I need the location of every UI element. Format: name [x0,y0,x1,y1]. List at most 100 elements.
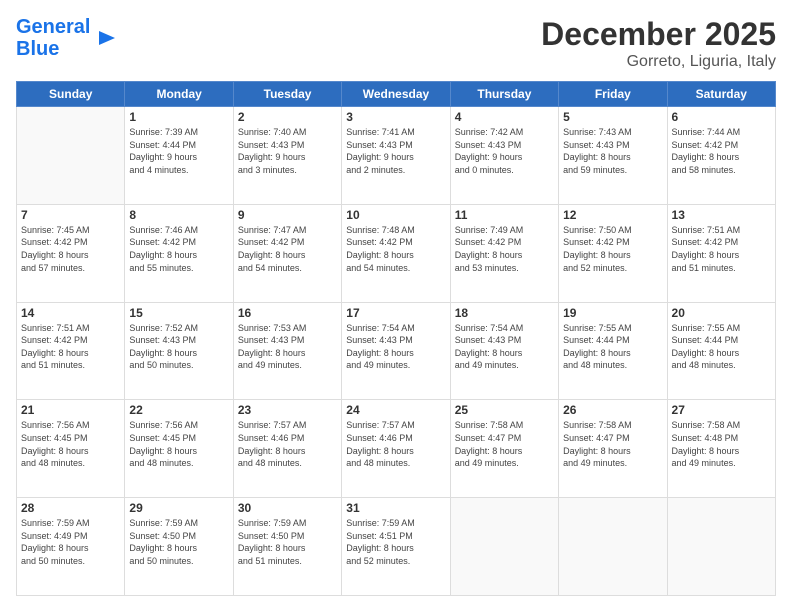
day-number: 9 [238,208,337,222]
day-number: 31 [346,501,445,515]
day-number: 30 [238,501,337,515]
calendar-cell: 16 Sunrise: 7:53 AMSunset: 4:43 PMDayligh… [233,302,341,400]
calendar-cell [559,498,667,596]
day-info: Sunrise: 7:44 AMSunset: 4:42 PMDaylight:… [672,126,771,176]
day-info: Sunrise: 7:41 AMSunset: 4:43 PMDaylight:… [346,126,445,176]
logo-text: GeneralBlue [16,16,90,60]
calendar-cell: 19Sunrise: 7:55 AMSunset: 4:44 PMDayligh… [559,302,667,400]
calendar-cell: 5 Sunrise: 7:43 AMSunset: 4:43 PMDaylight… [559,107,667,205]
day-info: Sunrise: 7:59 AMSunset: 4:50 PMDaylight:… [238,517,337,567]
calendar-cell: 21Sunrise: 7:56 AMSunset: 4:45 PMDayligh… [17,400,125,498]
day-info: Sunrise: 7:48 AMSunset: 4:42 PMDaylight:… [346,224,445,274]
page: GeneralBlue December 2025 Gorreto, Ligur… [0,0,792,612]
day-info: Sunrise: 7:55 AMSunset: 4:44 PMDaylight:… [672,322,771,372]
calendar-cell: 6 Sunrise: 7:44 AMSunset: 4:42 PMDaylight… [667,107,775,205]
calendar-cell: 20 Sunrise: 7:55 AMSunset: 4:44 PMDayligh… [667,302,775,400]
day-info: Sunrise: 7:58 AMSunset: 4:47 PMDaylight:… [563,419,662,469]
day-info: Sunrise: 7:59 AMSunset: 4:51 PMDaylight:… [346,517,445,567]
day-number: 23 [238,403,337,417]
calendar-cell: 10 Sunrise: 7:48 AMSunset: 4:42 PMDayligh… [342,204,450,302]
calendar-cell [450,498,558,596]
day-info: Sunrise: 7:52 AMSunset: 4:43 PMDaylight:… [129,322,228,372]
calendar-cell: 28 Sunrise: 7:59 AMSunset: 4:49 PMDayligh… [17,498,125,596]
day-info: Sunrise: 7:56 AMSunset: 4:45 PMDaylight:… [129,419,228,469]
day-info: Sunrise: 7:47 AMSunset: 4:42 PMDaylight:… [238,224,337,274]
calendar-week-1: 1 Sunrise: 7:39 AMSunset: 4:44 PMDaylight… [17,107,776,205]
month-title: December 2025 [541,16,776,53]
day-number: 2 [238,110,337,124]
day-number: 14 [21,306,120,320]
day-number: 13 [672,208,771,222]
day-info: Sunrise: 7:53 AMSunset: 4:43 PMDaylight:… [238,322,337,372]
calendar-cell: 7Sunrise: 7:45 AMSunset: 4:42 PMDaylight… [17,204,125,302]
calendar-cell: 26 Sunrise: 7:58 AMSunset: 4:47 PMDayligh… [559,400,667,498]
day-info: Sunrise: 7:57 AMSunset: 4:46 PMDaylight:… [238,419,337,469]
day-info: Sunrise: 7:58 AMSunset: 4:47 PMDaylight:… [455,419,554,469]
day-number: 19 [563,306,662,320]
day-info: Sunrise: 7:42 AMSunset: 4:43 PMDaylight:… [455,126,554,176]
day-number: 6 [672,110,771,124]
calendar-cell: 18 Sunrise: 7:54 AMSunset: 4:43 PMDayligh… [450,302,558,400]
day-info: Sunrise: 7:43 AMSunset: 4:43 PMDaylight:… [563,126,662,176]
day-number: 27 [672,403,771,417]
day-number: 1 [129,110,228,124]
calendar-cell: 9 Sunrise: 7:47 AMSunset: 4:42 PMDaylight… [233,204,341,302]
day-info: Sunrise: 7:54 AMSunset: 4:43 PMDaylight:… [346,322,445,372]
day-info: Sunrise: 7:51 AMSunset: 4:42 PMDaylight:… [672,224,771,274]
day-info: Sunrise: 7:54 AMSunset: 4:43 PMDaylight:… [455,322,554,372]
day-number: 11 [455,208,554,222]
calendar-week-4: 21Sunrise: 7:56 AMSunset: 4:45 PMDayligh… [17,400,776,498]
day-number: 18 [455,306,554,320]
day-info: Sunrise: 7:58 AMSunset: 4:48 PMDaylight:… [672,419,771,469]
calendar-cell: 17 Sunrise: 7:54 AMSunset: 4:43 PMDayligh… [342,302,450,400]
calendar-cell: 3Sunrise: 7:41 AMSunset: 4:43 PMDaylight… [342,107,450,205]
calendar-table: Sunday Monday Tuesday Wednesday Thursday… [16,81,776,596]
calendar-cell: 30 Sunrise: 7:59 AMSunset: 4:50 PMDayligh… [233,498,341,596]
day-number: 8 [129,208,228,222]
day-number: 4 [455,110,554,124]
calendar-cell: 12 Sunrise: 7:50 AMSunset: 4:42 PMDayligh… [559,204,667,302]
calendar-cell: 24 Sunrise: 7:57 AMSunset: 4:46 PMDayligh… [342,400,450,498]
day-info: Sunrise: 7:59 AMSunset: 4:50 PMDaylight:… [129,517,228,567]
calendar-cell: 4 Sunrise: 7:42 AMSunset: 4:43 PMDaylight… [450,107,558,205]
calendar-cell: 13 Sunrise: 7:51 AMSunset: 4:42 PMDayligh… [667,204,775,302]
calendar-cell: 8Sunrise: 7:46 AMSunset: 4:42 PMDaylight… [125,204,233,302]
day-number: 28 [21,501,120,515]
day-info: Sunrise: 7:50 AMSunset: 4:42 PMDaylight:… [563,224,662,274]
day-number: 22 [129,403,228,417]
calendar-cell: 25 Sunrise: 7:58 AMSunset: 4:47 PMDayligh… [450,400,558,498]
header: GeneralBlue December 2025 Gorreto, Ligur… [16,16,776,71]
day-number: 10 [346,208,445,222]
day-number: 5 [563,110,662,124]
day-number: 17 [346,306,445,320]
day-number: 29 [129,501,228,515]
calendar-cell [667,498,775,596]
day-info: Sunrise: 7:39 AMSunset: 4:44 PMDaylight:… [129,126,228,176]
day-number: 16 [238,306,337,320]
location-subtitle: Gorreto, Liguria, Italy [541,53,776,71]
day-info: Sunrise: 7:57 AMSunset: 4:46 PMDaylight:… [346,419,445,469]
day-info: Sunrise: 7:49 AMSunset: 4:42 PMDaylight:… [455,224,554,274]
day-number: 25 [455,403,554,417]
header-saturday: Saturday [667,82,775,107]
calendar-week-2: 7Sunrise: 7:45 AMSunset: 4:42 PMDaylight… [17,204,776,302]
calendar-cell: 11 Sunrise: 7:49 AMSunset: 4:42 PMDayligh… [450,204,558,302]
calendar-cell: 31 Sunrise: 7:59 AMSunset: 4:51 PMDayligh… [342,498,450,596]
day-number: 15 [129,306,228,320]
header-monday: Monday [125,82,233,107]
day-number: 12 [563,208,662,222]
day-number: 26 [563,403,662,417]
calendar-cell: 1 Sunrise: 7:39 AMSunset: 4:44 PMDaylight… [125,107,233,205]
day-info: Sunrise: 7:45 AMSunset: 4:42 PMDaylight:… [21,224,120,274]
calendar-cell: 15 Sunrise: 7:52 AMSunset: 4:43 PMDayligh… [125,302,233,400]
calendar-cell: 23 Sunrise: 7:57 AMSunset: 4:46 PMDayligh… [233,400,341,498]
calendar-cell: 27 Sunrise: 7:58 AMSunset: 4:48 PMDayligh… [667,400,775,498]
header-thursday: Thursday [450,82,558,107]
header-sunday: Sunday [17,82,125,107]
calendar-week-5: 28 Sunrise: 7:59 AMSunset: 4:49 PMDayligh… [17,498,776,596]
day-info: Sunrise: 7:56 AMSunset: 4:45 PMDaylight:… [21,419,120,469]
day-number: 24 [346,403,445,417]
day-number: 20 [672,306,771,320]
header-friday: Friday [559,82,667,107]
day-info: Sunrise: 7:59 AMSunset: 4:49 PMDaylight:… [21,517,120,567]
